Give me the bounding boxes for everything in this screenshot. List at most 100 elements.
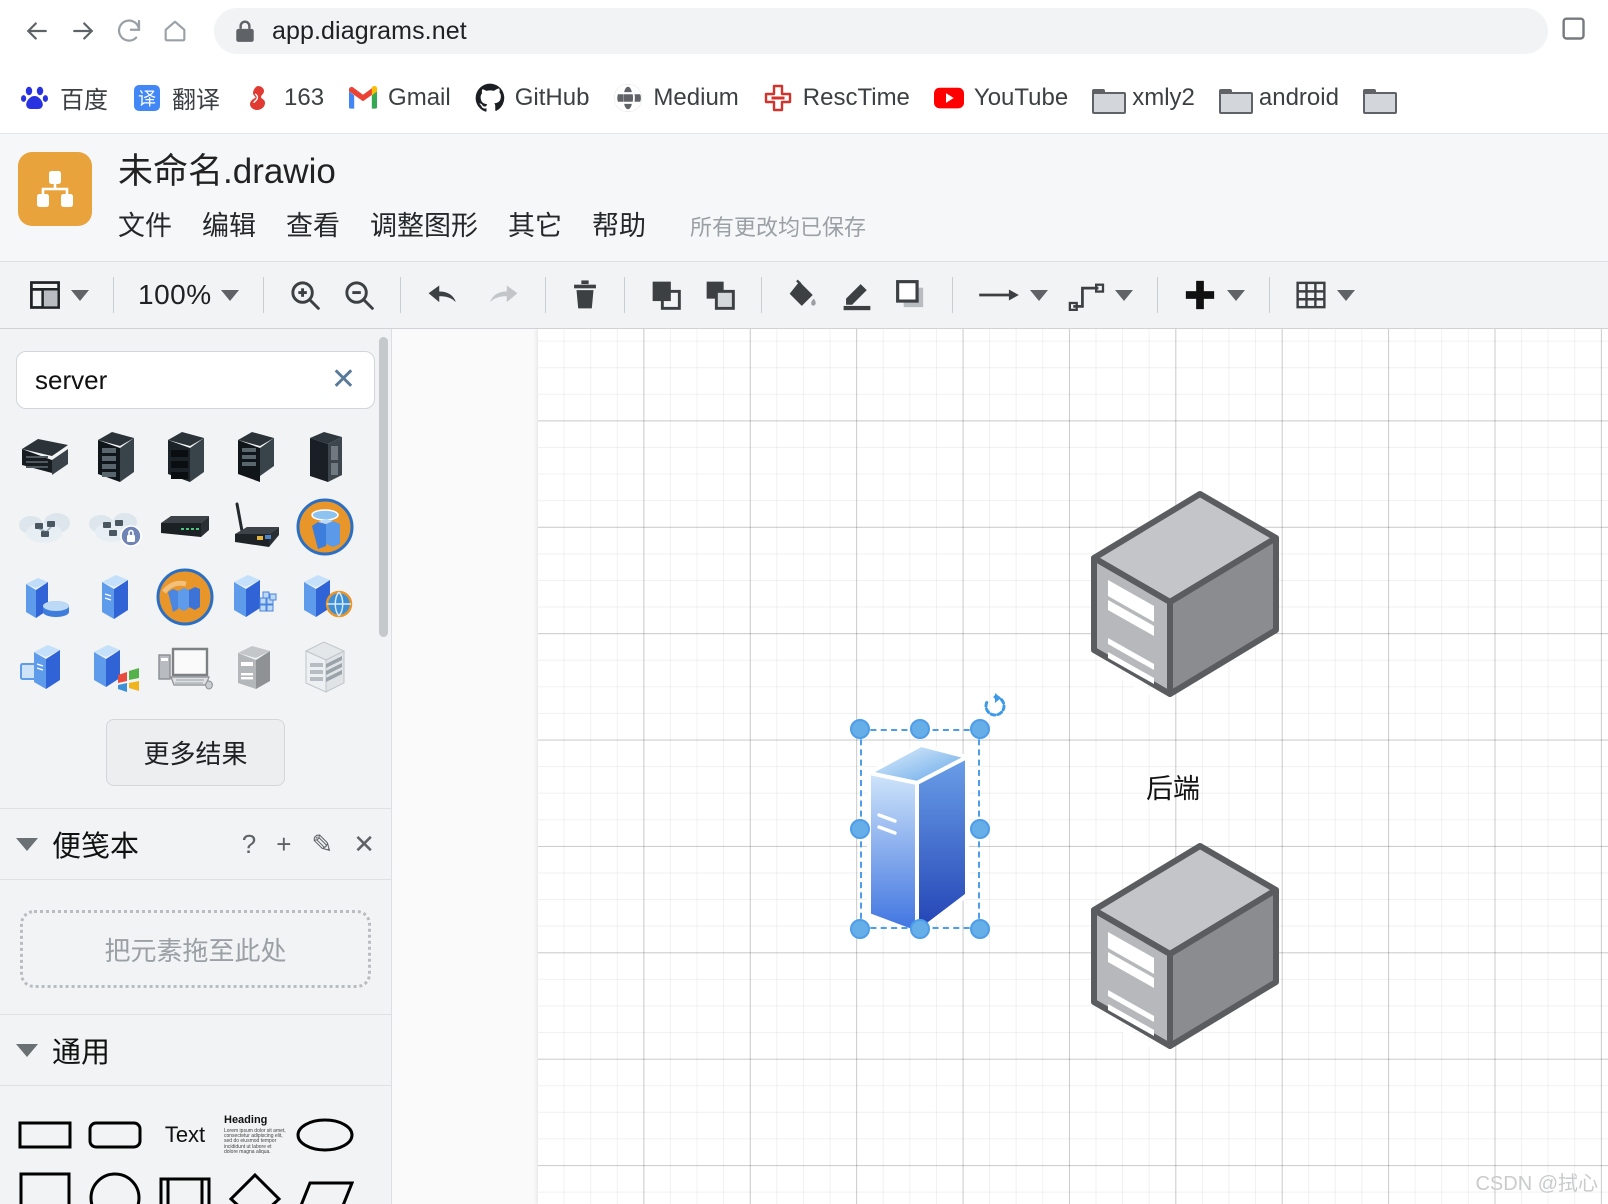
menu-view[interactable]: 查看 [286,204,340,243]
chevron-down-icon[interactable] [1226,289,1245,301]
shape-rectangle[interactable] [10,1104,80,1166]
general-shapes-grid: Text Heading Lorem ipsum dolor sit amet,… [0,1086,391,1204]
shape-text[interactable]: Text [150,1104,220,1166]
shape-server-windows[interactable] [80,633,150,701]
chevron-down-icon[interactable] [1114,289,1133,301]
shape-circle[interactable] [80,1166,150,1204]
section-header-scratchpad[interactable]: 便笺本 ? + ✎ ✕ [0,808,391,881]
shape-server-cluster-circle[interactable] [150,563,220,631]
back-button[interactable] [14,8,60,54]
shape-server-monitor-blue[interactable] [10,633,80,701]
chevron-down-icon[interactable] [16,837,38,851]
add-icon[interactable]: + [276,831,291,857]
send-to-back-button[interactable] [693,269,747,321]
shape-cloud-network-secure[interactable] [80,493,150,561]
menu-file[interactable]: 文件 [118,204,172,243]
shape-server-gray-3d-top[interactable] [1090,482,1280,702]
bookmark-android[interactable]: android [1207,77,1351,119]
help-icon[interactable]: ? [242,831,256,857]
shape-server-database[interactable] [10,563,80,631]
bookmark-youtube[interactable]: YouTube [922,77,1080,119]
shape-server-farm-circle[interactable] [290,493,360,561]
shape-parallelogram[interactable] [290,1166,360,1204]
shape-ellipse[interactable] [290,1104,360,1166]
zoom-in-button[interactable] [278,269,332,321]
shape-server-rack-tall-2[interactable] [220,423,290,491]
connection-arrow-button[interactable] [967,269,1058,321]
bookmark-xmly2[interactable]: xmly2 [1080,77,1207,119]
scratchpad-dropzone[interactable]: 把元素拖至此处 [20,910,371,989]
bookmark-translate[interactable]: 译 翻译 [120,74,232,121]
fill-color-button[interactable] [776,269,830,321]
shape-server-rack-top[interactable] [10,423,80,491]
shape-server-tower-black[interactable] [290,423,360,491]
address-bar[interactable]: app.diagrams.net [214,8,1548,54]
line-color-button[interactable] [830,269,884,321]
menu-edit[interactable]: 编辑 [202,204,256,243]
resize-handle-e[interactable] [970,819,990,840]
menu-arrange[interactable]: 调整图形 [370,204,478,243]
forward-button[interactable] [60,8,106,54]
chevron-down-icon[interactable] [71,289,89,301]
rotate-handle[interactable] [982,693,1008,724]
shape-textbox-heading[interactable]: Heading Lorem ipsum dolor sit amet, cons… [220,1104,290,1166]
sidebar-scrollbar[interactable] [376,329,390,1204]
zoom-out-button[interactable] [332,269,386,321]
edit-pencil-icon[interactable]: ✎ [311,831,333,857]
shape-server-gray-box[interactable] [220,633,290,701]
shape-rounded-rectangle[interactable] [80,1104,150,1166]
shape-process[interactable] [150,1166,220,1204]
shape-diamond[interactable] [220,1166,290,1204]
shape-server-plain-blue[interactable] [80,563,150,631]
shape-cloud-network[interactable] [10,493,80,561]
menu-extras[interactable]: 其它 [508,204,562,243]
canvas-label-backend[interactable]: 后端 [1146,767,1200,806]
bookmark-resctime[interactable]: RescTime [751,77,922,119]
resize-handle-se[interactable] [970,919,990,940]
shape-search-box[interactable]: ✕ [16,351,375,410]
more-results-button[interactable]: 更多结果 [106,719,285,787]
shape-server-rack-empty[interactable] [150,423,220,491]
shape-server-gray-3d-bottom[interactable] [1090,834,1280,1054]
reload-button[interactable] [106,8,152,54]
menu-help[interactable]: 帮助 [592,204,646,243]
shape-server-rack-tall-1[interactable] [80,423,150,491]
chevron-down-icon[interactable] [16,1043,38,1057]
bookmark-gmail[interactable]: Gmail [336,77,463,119]
table-button[interactable] [1284,269,1365,321]
view-layers-button[interactable] [18,269,99,321]
bookmark-github[interactable]: GitHub [463,77,602,119]
shape-server-stack-light[interactable] [290,633,360,701]
extensions-icon[interactable] [1558,13,1594,49]
sidebar-scrollbar-thumb[interactable] [379,337,388,638]
clear-search-icon[interactable]: ✕ [321,365,356,395]
chevron-down-icon[interactable] [220,289,239,301]
insert-button[interactable] [1172,269,1255,321]
delete-button[interactable] [560,269,610,321]
shape-square[interactable] [10,1166,80,1204]
undo-button[interactable] [415,269,473,321]
shadow-button[interactable] [884,269,938,321]
bookmark-baidu[interactable]: 百度 [8,74,120,121]
bookmark-163[interactable]: 163 [232,77,336,119]
canvas-page[interactable]: 后端 CSDN @拭心 [538,329,1608,1204]
medium-icon [613,83,643,113]
file-name[interactable]: 未命名.drawio [118,152,866,192]
close-icon[interactable]: ✕ [353,831,375,857]
search-input[interactable] [35,364,321,396]
shape-wireless-router[interactable] [220,493,290,561]
shape-network-switch[interactable] [150,493,220,561]
shape-server-globe[interactable] [290,563,360,631]
home-button[interactable] [152,8,198,54]
waypoints-button[interactable] [1058,269,1143,321]
bookmark-overflow-folder[interactable] [1351,77,1415,119]
section-header-general[interactable]: 通用 [0,1014,391,1087]
shape-desktop-pc[interactable] [150,633,220,701]
diagram-canvas[interactable]: 后端 CSDN @拭心 [392,329,1608,1204]
bookmark-medium[interactable]: Medium [601,77,750,119]
chevron-down-icon[interactable] [1336,289,1355,301]
shape-server-cube[interactable] [220,563,290,631]
bring-to-front-button[interactable] [639,269,693,321]
chevron-down-icon[interactable] [1029,289,1048,301]
zoom-level-button[interactable]: 100% [128,269,249,321]
